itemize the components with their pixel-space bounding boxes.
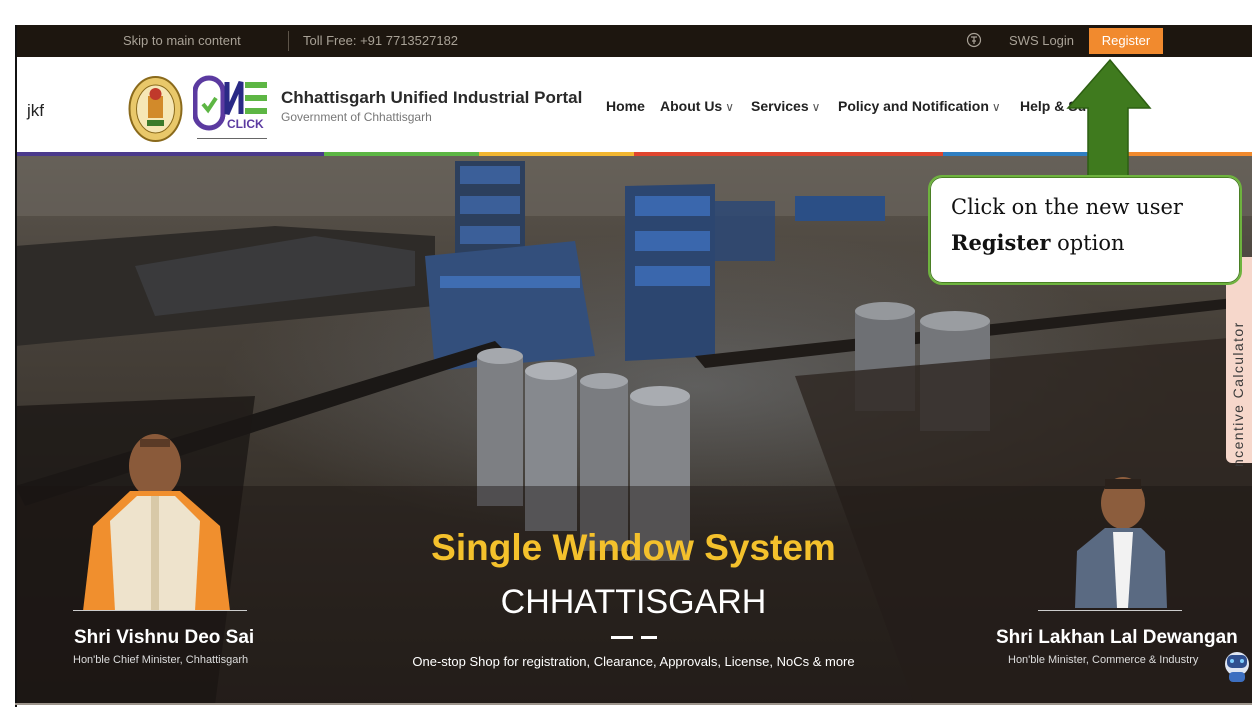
annotation-text-intro: Click on the new user <box>951 195 1183 219</box>
annotation-text-emphasis: Register <box>951 230 1051 255</box>
chevron-down-icon: ∨ <box>991 100 1001 114</box>
right-person-name: Shri Lakhan Lal Dewangan <box>996 627 1238 648</box>
hero-subtitle: CHHATTISGARH <box>500 583 767 621</box>
chevron-down-icon: ∨ <box>811 100 821 114</box>
nav-about-us[interactable]: About Us ∨ <box>660 98 734 114</box>
portal-subtitle: Government of Chhattisgarh <box>281 110 432 124</box>
nav-services[interactable]: Services ∨ <box>751 98 820 114</box>
hero-bottom-border <box>15 703 1252 705</box>
annotation-text: Click on the new user Register option <box>951 189 1231 261</box>
left-person-divider <box>73 610 247 611</box>
chevron-down-icon: ∨ <box>725 100 735 114</box>
one-click-logo[interactable]: CLICK <box>193 74 271 146</box>
hero-title: Single Window System <box>431 527 836 568</box>
incentive-calculator-tab[interactable]: ncentive Calculator <box>1226 257 1252 467</box>
top-utility-bar: Skip to main content Toll Free: +91 7713… <box>15 25 1252 57</box>
nav-policy[interactable]: Policy and Notification ∨ <box>838 98 1001 114</box>
hero-divider-2 <box>641 636 657 639</box>
user-circle-icon <box>966 32 982 48</box>
nav-about-us-label: About Us <box>660 98 723 114</box>
left-person-role: Hon'ble Chief Minister, Chhattisgarh <box>73 654 249 666</box>
topbar-divider <box>288 31 289 51</box>
svg-text:CLICK: CLICK <box>227 117 264 131</box>
annotation-text-outro: option <box>1050 231 1125 255</box>
right-person-role: Hon'ble Minister, Commerce & Industry <box>1008 654 1199 666</box>
register-button[interactable]: Register <box>1089 28 1163 54</box>
nav-home[interactable]: Home <box>606 98 645 114</box>
sws-login-link[interactable]: SWS Login <box>1009 33 1074 48</box>
incentive-calculator-label: ncentive Calculator <box>1230 321 1246 467</box>
skip-to-content-link[interactable]: Skip to main content <box>123 33 241 48</box>
nav-help-support[interactable]: Help & Su <box>1020 98 1086 114</box>
nav-home-label: Home <box>606 98 645 114</box>
nav-policy-label: Policy and Notification <box>838 98 989 114</box>
state-emblem-logo[interactable] <box>127 74 184 144</box>
portal-title[interactable]: Chhattisgarh Unified Industrial Portal <box>281 88 582 108</box>
hero-divider-1 <box>611 636 633 639</box>
left-person-name: Shri Vishnu Deo Sai <box>74 627 255 648</box>
stray-text: jkf <box>27 101 44 120</box>
left-border <box>15 25 17 707</box>
nav-services-label: Services <box>751 98 809 114</box>
right-person-divider <box>1038 610 1182 611</box>
nav-help-label: Help & Su <box>1020 98 1087 114</box>
toll-free-number: Toll Free: +91 7713527182 <box>303 33 459 48</box>
